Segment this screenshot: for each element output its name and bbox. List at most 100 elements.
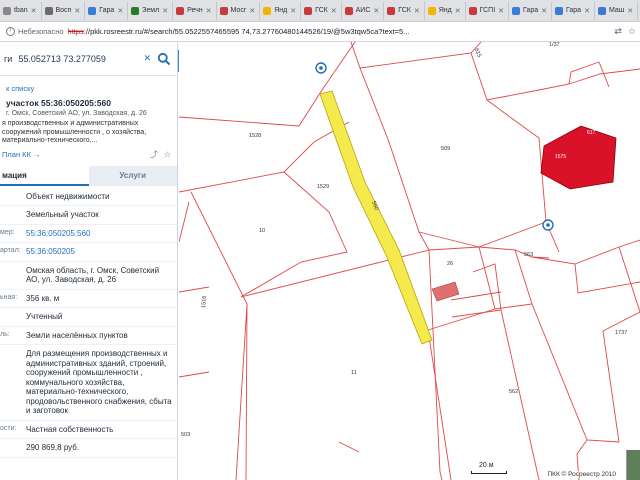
label-26: 26 — [447, 261, 453, 267]
tab-services[interactable]: Услуги — [88, 165, 177, 186]
property-value: Земельный участок — [26, 210, 99, 219]
favorite-star-icon[interactable]: ☆ — [164, 150, 171, 159]
tab-close-icon[interactable]: ✕ — [117, 7, 123, 15]
bookmark-star-icon[interactable]: ☆ — [628, 26, 636, 37]
property-key — [0, 266, 26, 285]
building-block[interactable] — [540, 125, 617, 190]
browser-tab-strip: tban ✕ Восп ✕ Гара ✕ Земл ✕ Речн ✕ Мосг ✕ Янд ✕ ГСК ✕ АИ… — [0, 0, 640, 22]
browser-tab[interactable]: Гара✕ — [85, 1, 129, 20]
share-icon[interactable]: ⤴ — [150, 149, 158, 160]
property-row: Объект недвижимости — [0, 188, 177, 206]
browser-tab[interactable]: Янд ✕ — [425, 1, 466, 20]
property-key — [0, 210, 26, 220]
browser-tab[interactable]: АИС ✕ — [342, 1, 385, 20]
tab-close-icon[interactable]: ✕ — [331, 7, 337, 15]
scale-label: 20 м — [479, 462, 494, 469]
label-503: 503 — [181, 432, 190, 438]
clear-icon[interactable]: ✕ — [143, 53, 151, 64]
tab-close-icon[interactable]: ✕ — [206, 7, 212, 15]
browser-tab[interactable]: Гара✕ — [552, 1, 595, 20]
label-1516: 1516 — [201, 296, 208, 309]
property-value: Земли населённых пунктов — [26, 330, 128, 340]
url-path: ://pkk.rosreestr.ru/#/search/55.05225574… — [83, 27, 410, 36]
property-value[interactable]: 55:36:050205 — [26, 247, 177, 257]
selected-parcel-560[interactable] — [319, 90, 433, 345]
property-key: ости: — [0, 424, 17, 432]
insecure-label: Небезопасно — [18, 27, 64, 36]
browser-tab[interactable]: Мосг ✕ — [217, 1, 261, 20]
browser-tab[interactable]: Гара✕ — [509, 1, 552, 20]
tab-favicon-icon — [468, 6, 477, 15]
url-scheme: https — [67, 27, 84, 36]
property-value: Объект недвижимости — [26, 191, 110, 201]
search-button[interactable] — [157, 52, 171, 66]
translate-icon[interactable]: ⇄ — [614, 26, 622, 37]
search-type-selector[interactable]: ги — [4, 54, 12, 64]
browser-tab[interactable]: Маш ✕ — [595, 1, 639, 20]
object-address: г. Омск, Советский АО, ул. Заводская, д.… — [6, 110, 147, 117]
property-value: 356 кв. м — [26, 293, 60, 303]
tab-close-icon[interactable]: ✕ — [541, 7, 547, 15]
label-1-37: 1/37 — [549, 42, 560, 48]
location-marker-1[interactable] — [315, 62, 327, 74]
browser-tab[interactable]: Восп ✕ — [42, 1, 86, 20]
tab-favicon-icon — [263, 6, 272, 15]
tab-information[interactable]: мация — [0, 165, 89, 186]
tab-favicon-icon — [88, 6, 97, 15]
property-key: ьная: — [0, 293, 18, 301]
property-row: Земельный участок — [0, 206, 177, 225]
tab-close-icon[interactable]: ✕ — [373, 7, 379, 15]
info-panel: ги ✕ к списку участок 55:36:050205:560 г… — [0, 42, 178, 480]
browser-tab[interactable]: Речн ✕ — [173, 1, 217, 20]
tab-close-icon[interactable]: ✕ — [455, 7, 461, 15]
satellite-minimap[interactable] — [626, 450, 640, 480]
browser-tab[interactable]: tban ✕ — [0, 1, 42, 20]
panel-tabs: мация Услуги — [0, 165, 177, 186]
address-bar[interactable]: ! Небезопасно https://pkk.rosreestr.ru/#… — [0, 22, 640, 42]
tab-label: Гара — [565, 7, 582, 14]
browser-tab[interactable]: Земл ✕ — [128, 1, 174, 20]
tab-close-icon[interactable]: ✕ — [74, 7, 80, 15]
tab-label: Маш — [608, 7, 625, 14]
security-indicator[interactable]: ! Небезопасно — [0, 27, 68, 36]
scale-bar — [471, 471, 507, 474]
property-row: мер: 55:36:050205:560 — [0, 225, 177, 243]
search-input[interactable] — [18, 48, 138, 69]
url-text[interactable]: https://pkk.rosreestr.ru/#/search/55.052… — [68, 27, 615, 36]
tab-close-icon[interactable]: ✕ — [627, 7, 633, 15]
property-value: Учтенный — [26, 312, 63, 321]
tab-close-icon[interactable]: ✕ — [290, 7, 296, 15]
property-value[interactable]: 55:36:050205:560 — [26, 229, 177, 239]
tab-close-icon[interactable]: ✕ — [584, 7, 590, 15]
browser-tab[interactable]: ГСК ✕ — [384, 1, 425, 20]
property-key — [0, 312, 26, 322]
tab-label: Янд — [438, 7, 452, 14]
tab-favicon-icon — [176, 6, 185, 15]
property-key: мер: — [0, 228, 15, 236]
plan-kk-link[interactable]: План КК → — [2, 150, 144, 159]
small-building[interactable] — [431, 281, 460, 302]
property-key — [0, 192, 26, 202]
label-563: 563 — [524, 252, 533, 258]
tab-close-icon[interactable]: ✕ — [414, 7, 420, 15]
tab-close-icon[interactable]: ✕ — [498, 7, 504, 15]
tab-close-icon[interactable]: ✕ — [31, 7, 37, 15]
browser-tab[interactable]: ГСПІ ✕ — [466, 1, 510, 20]
warning-icon: ! — [6, 27, 15, 36]
tab-favicon-icon — [554, 6, 563, 15]
location-marker-2[interactable] — [542, 219, 554, 231]
map-copyright: ПКК © Росреестр 2010 — [545, 471, 618, 478]
property-key: артал: — [0, 247, 21, 254]
tab-close-icon[interactable]: ✕ — [162, 7, 168, 15]
tab-label: Речн — [187, 7, 203, 14]
object-title: участок 55:36:050205:560 — [6, 98, 111, 108]
map-canvas[interactable]: 1528 509 1529 10 26 563 1516 11 562 1737… — [179, 42, 640, 480]
search-icon — [157, 52, 171, 65]
back-to-list-link[interactable]: к списку — [0, 76, 177, 98]
property-row: артал: 55:36:050205 — [0, 243, 177, 262]
tab-label: tban — [14, 7, 28, 14]
browser-tab[interactable]: ГСК ✕ — [301, 1, 342, 20]
tab-close-icon[interactable]: ✕ — [249, 7, 255, 15]
cadastral-map[interactable]: 1528 509 1529 10 26 563 1516 11 562 1737… — [179, 42, 640, 480]
browser-tab[interactable]: Янд ✕ — [260, 1, 302, 20]
